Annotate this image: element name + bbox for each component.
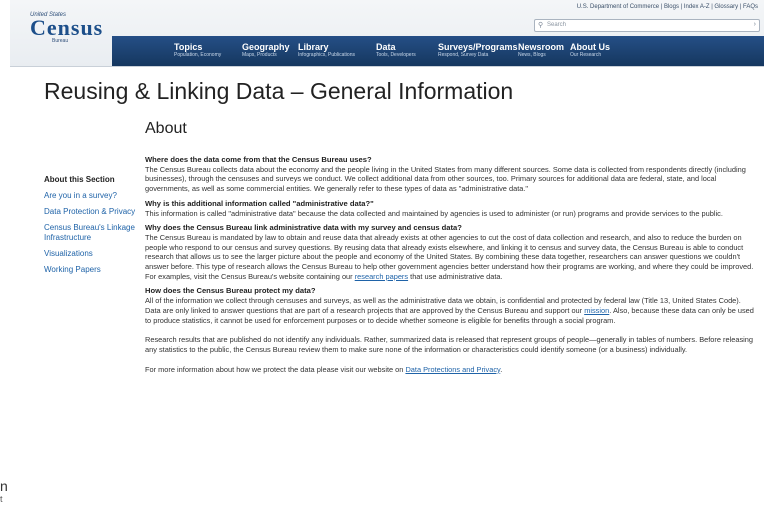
cutoff-text: n [0,478,8,494]
answer-text: This information is called "administrati… [145,208,723,218]
page-title: Reusing & Linking Data – General Informa… [44,78,514,104]
nav-subtitle: Population, Economy [174,52,222,58]
nav-item-geography[interactable]: Geography Maps, Products [242,42,290,59]
census-logo[interactable]: United States Census Bureau [30,12,103,44]
nav-subtitle: Our Research [570,52,602,58]
nav-title: Library [298,42,329,52]
question-heading: Why is this additional information calle… [145,198,374,208]
answer-text-part: that use administrative data. [408,271,503,281]
logo-census: Census [30,15,104,40]
sidebar-link-data-protection[interactable]: Data Protection & Privacy [44,207,156,217]
nav-title: Data [376,42,396,52]
nav-title: About Us [570,42,610,52]
nav-title: Newsroom [518,42,565,52]
nav-item-topics[interactable]: Topics Population, Economy [174,42,221,59]
research-papers-link[interactable]: research papers [355,272,408,281]
nav-subtitle: Maps, Products [242,52,277,58]
question-heading: How does the Census Bureau protect my da… [145,286,316,296]
main-content: Where does the data come from that the C… [145,155,757,376]
sidebar-link-working-papers[interactable]: Working Papers [44,265,156,275]
nav-item-data[interactable]: Data Tools, Developers [376,42,416,59]
answer-text: Research results that are published do n… [145,335,754,354]
utility-links[interactable]: U.S. Department of Commerce | Blogs | In… [577,4,758,10]
nav-item-library[interactable]: Library Infographics, Publications [298,42,355,59]
nav-subtitle: News, Blogs [518,52,546,58]
answer-text: The Census Bureau is mandated by law to … [145,233,757,282]
left-strip [0,0,10,518]
search-icon: ⚲ [538,22,544,29]
nav-item-surveys[interactable]: Surveys/Programs Respond, Survey Data [438,42,518,59]
section-title: About [145,120,187,137]
sidebar-link-visualizations[interactable]: Visualizations [44,249,156,259]
answer-text: The Census Bureau collects data about th… [145,164,746,194]
answer-text: All of the information we collect throug… [145,296,757,325]
main-nav: Topics Population, Economy Geography Map… [112,36,764,66]
answer-text-part: For more information about how we protec… [145,364,406,374]
sidebar-link-survey[interactable]: Are you in a survey? [44,191,156,201]
sidebar-link-linkage[interactable]: Census Bureau's Linkage Infrastructure [44,223,156,243]
page-frame: United States Census Bureau U.S. Departm… [0,0,764,518]
cutoff-text: t [0,494,3,504]
search-submit-icon[interactable]: › [754,21,756,28]
nav-subtitle: Infographics, Publications [298,52,355,58]
question-heading: Where does the data come from that the C… [145,155,372,164]
nav-subtitle: Tools, Developers [376,52,416,58]
search-input[interactable]: ⚲ Search › [534,19,760,32]
nav-item-newsroom[interactable]: Newsroom News, Blogs [518,42,564,59]
mission-link[interactable]: mission [584,306,609,315]
nav-subtitle: Respond, Survey Data [438,52,489,58]
nav-title: Geography [242,42,290,52]
sidebar-heading: About this Section [44,175,115,184]
sidebar: About this Section Are you in a survey? … [44,175,156,281]
nav-item-about[interactable]: About Us Our Research [570,42,610,59]
search-placeholder: Search [547,22,567,28]
answer-text: For more information about how we protec… [145,365,757,375]
answer-text-part: . [500,364,503,374]
question-heading: Why does the Census Bureau link administ… [145,223,462,233]
nav-title: Topics [174,42,203,52]
data-protections-link[interactable]: Data Protections and Privacy [405,365,500,374]
nav-title: Surveys/Programs [438,42,518,52]
